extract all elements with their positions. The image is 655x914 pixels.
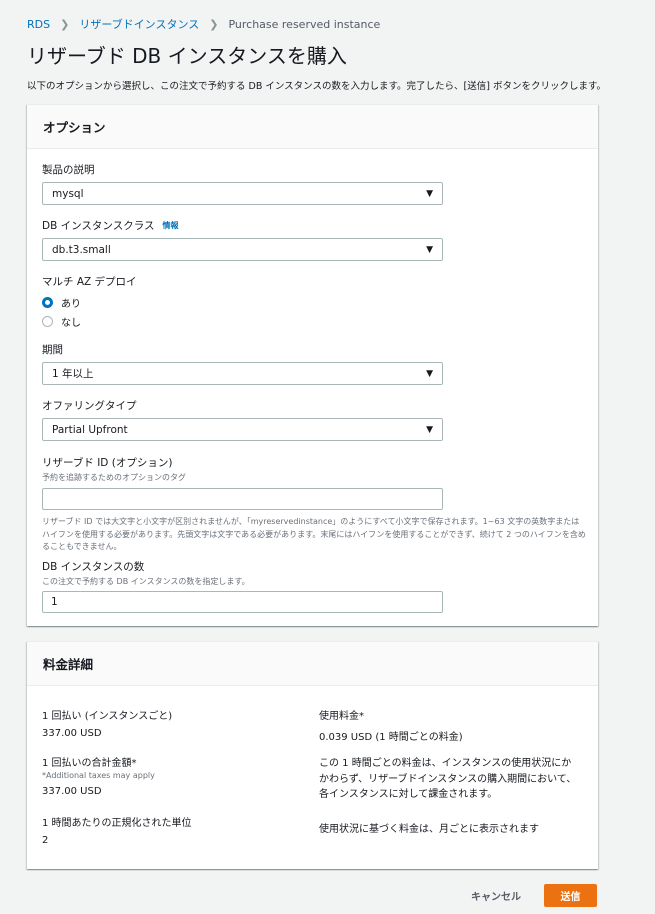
count-value: 1	[51, 596, 58, 608]
usage-display-note: 使用状況に基づく料金は、月ごとに表示されます	[319, 824, 539, 835]
one-time-block: 1 回払い (インスタンスごと) 337.00 USD	[42, 707, 172, 739]
normalized-units-value: 2	[42, 835, 49, 846]
instance-class-value: db.t3.small	[52, 243, 111, 256]
one-time-total-block: 1 回払いの合計金額* *Additional taxes may apply …	[42, 754, 155, 797]
one-time-total-label: 1 回払いの合計金額*	[42, 758, 137, 769]
multi-az-field: マルチ AZ デプロイ あり なし	[42, 274, 137, 331]
product-value: mysql	[52, 187, 84, 200]
multi-az-no-option[interactable]: なし	[42, 312, 137, 331]
instance-class-field: DB インスタンスクラス 情報 db.t3.small ▼	[42, 218, 443, 261]
caret-down-icon: ▼	[426, 188, 433, 199]
breadcrumb-reserved-link[interactable]: リザーブドインスタンス	[79, 16, 199, 32]
count-field: DB インスタンスの数 この注文で予約する DB インスタンスの数を指定します。…	[42, 559, 443, 613]
usage-value: 0.039 USD (1 時間ごとの料金)	[319, 732, 463, 743]
breadcrumb-current: Purchase reserved instance	[228, 17, 381, 31]
pricing-panel-header: 料金詳細	[27, 642, 598, 686]
radio-unchecked-icon[interactable]	[42, 316, 53, 327]
reserved-id-label: リザーブド ID (オプション)	[42, 457, 173, 469]
offering-value: Partial Upfront	[52, 423, 128, 436]
offering-field: オファリングタイプ Partial Upfront ▼	[42, 398, 443, 441]
usage-display-block: 使用状況に基づく料金は、月ごとに表示されます	[319, 822, 581, 838]
radio-checked-icon[interactable]	[42, 297, 53, 308]
product-label: 製品の説明	[42, 164, 95, 176]
normalized-units-label: 1 時間あたりの正規化された単位	[42, 818, 192, 829]
options-panel: オプション 製品の説明 mysql ▼ DB インスタンスクラス 情報 db.t…	[27, 104, 598, 626]
multi-az-yes-label: あり	[61, 299, 81, 310]
usage-block: 使用料金* 0.039 USD (1 時間ごとの料金)	[319, 707, 463, 743]
one-time-total-value: 337.00 USD	[42, 786, 102, 797]
caret-down-icon: ▼	[426, 244, 433, 255]
submit-button[interactable]: 送信	[544, 884, 597, 907]
page-description: 以下のオプションから選択し、この注文で予約する DB インスタンスの数を入力しま…	[27, 81, 607, 92]
reserved-id-hint: 予約を追跡するためのオプションのタグ	[42, 473, 186, 482]
options-heading: オプション	[43, 120, 106, 135]
term-label: 期間	[42, 344, 63, 356]
normalized-units-block: 1 時間あたりの正規化された単位 2	[42, 814, 192, 846]
caret-down-icon: ▼	[426, 368, 433, 379]
term-select[interactable]: 1 年以上 ▼	[42, 362, 443, 385]
one-time-label: 1 回払い (インスタンスごと)	[42, 711, 173, 722]
breadcrumb-rds-link[interactable]: RDS	[27, 18, 50, 31]
reserved-id-constraint: リザーブド ID では大文字と小文字が区別されませんが、「myreservedi…	[42, 517, 586, 551]
chevron-right-icon: ❯	[209, 17, 219, 31]
term-field: 期間 1 年以上 ▼	[42, 342, 443, 385]
one-time-value: 337.00 USD	[42, 728, 102, 739]
usage-label: 使用料金*	[319, 711, 364, 722]
offering-select[interactable]: Partial Upfront ▼	[42, 418, 443, 441]
count-hint: この注文で予約する DB インスタンスの数を指定します。	[42, 577, 250, 586]
multi-az-no-label: なし	[61, 318, 81, 329]
count-label: DB インスタンスの数	[42, 561, 145, 573]
reserved-id-field: リザーブド ID (オプション) 予約を追跡するためのオプションのタグ リザーブ…	[42, 455, 587, 554]
info-link[interactable]: 情報	[163, 220, 179, 231]
options-panel-header: オプション	[27, 105, 598, 149]
instance-class-select[interactable]: db.t3.small ▼	[42, 238, 443, 261]
chevron-right-icon: ❯	[60, 17, 70, 31]
usage-note-block: この 1 時間ごとの料金は、インスタンスの使用状況にかかわらず、リザーブドインス…	[319, 756, 581, 803]
multi-az-label: マルチ AZ デプロイ	[42, 276, 137, 288]
cancel-button[interactable]: キャンセル	[462, 884, 530, 906]
breadcrumb: RDS ❯ リザーブドインスタンス ❯ Purchase reserved in…	[27, 16, 380, 32]
caret-down-icon: ▼	[426, 424, 433, 435]
term-value: 1 年以上	[52, 368, 94, 380]
count-input[interactable]: 1	[42, 591, 443, 613]
pricing-heading: 料金詳細	[43, 657, 94, 672]
product-field: 製品の説明 mysql ▼	[42, 162, 443, 205]
instance-class-label-text: DB インスタンスクラス	[42, 220, 155, 232]
instance-class-label: DB インスタンスクラス 情報	[42, 218, 443, 233]
offering-label: オファリングタイプ	[42, 400, 137, 412]
usage-note: この 1 時間ごとの料金は、インスタンスの使用状況にかかわらず、リザーブドインス…	[319, 758, 577, 800]
product-select[interactable]: mysql ▼	[42, 182, 443, 205]
pricing-panel: 料金詳細 1 回払い (インスタンスごと) 337.00 USD 1 回払いの合…	[27, 641, 598, 869]
multi-az-yes-option[interactable]: あり	[42, 293, 137, 312]
one-time-total-note: *Additional taxes may apply	[42, 771, 155, 780]
page-title: リザーブド DB インスタンスを購入	[27, 44, 347, 68]
reserved-id-input[interactable]	[42, 488, 443, 510]
